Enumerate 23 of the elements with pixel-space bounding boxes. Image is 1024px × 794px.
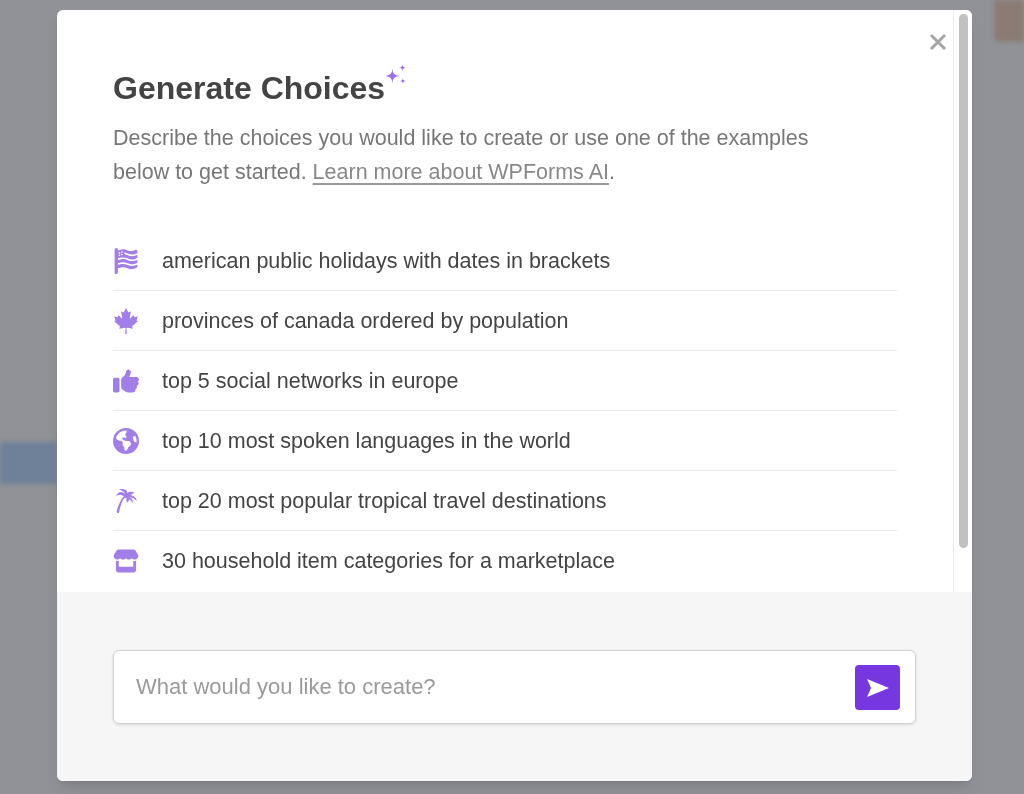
example-item[interactable]: top 10 most spoken languages in the world: [113, 411, 897, 471]
dialog-description: Describe the choices you would like to create or use one of the examples below to get started. Learn more about WPForms AI.: [113, 125, 810, 186]
close-icon: [929, 33, 947, 51]
send-icon: [865, 677, 890, 698]
scrollbar-thumb[interactable]: [958, 14, 968, 548]
example-item[interactable]: american public holidays with dates in brackets: [113, 231, 897, 291]
flag-icon: [113, 247, 139, 274]
learn-more-link[interactable]: Learn more about WPForms AI: [312, 160, 609, 184]
close-button[interactable]: [928, 32, 948, 52]
prompt-input[interactable]: What would you like to create?: [113, 650, 916, 724]
palm-tree-icon: [113, 487, 139, 514]
blurred-block: [994, 0, 1024, 42]
send-button[interactable]: [855, 665, 900, 710]
dialog-title: Generate Choices: [113, 69, 386, 107]
store-icon: [113, 548, 139, 574]
example-item[interactable]: provinces of canada ordered by population: [113, 291, 897, 351]
example-item[interactable]: 30 household item categories for a marketplace: [113, 531, 897, 591]
globe-icon: [113, 427, 139, 454]
maple-leaf-icon: [113, 307, 139, 334]
example-item[interactable]: top 5 social networks in europe: [113, 351, 897, 411]
blurred-bar: [0, 442, 57, 484]
thumbs-up-icon: [113, 367, 139, 394]
example-item[interactable]: top 20 most popular tropical travel destinations: [113, 471, 897, 531]
